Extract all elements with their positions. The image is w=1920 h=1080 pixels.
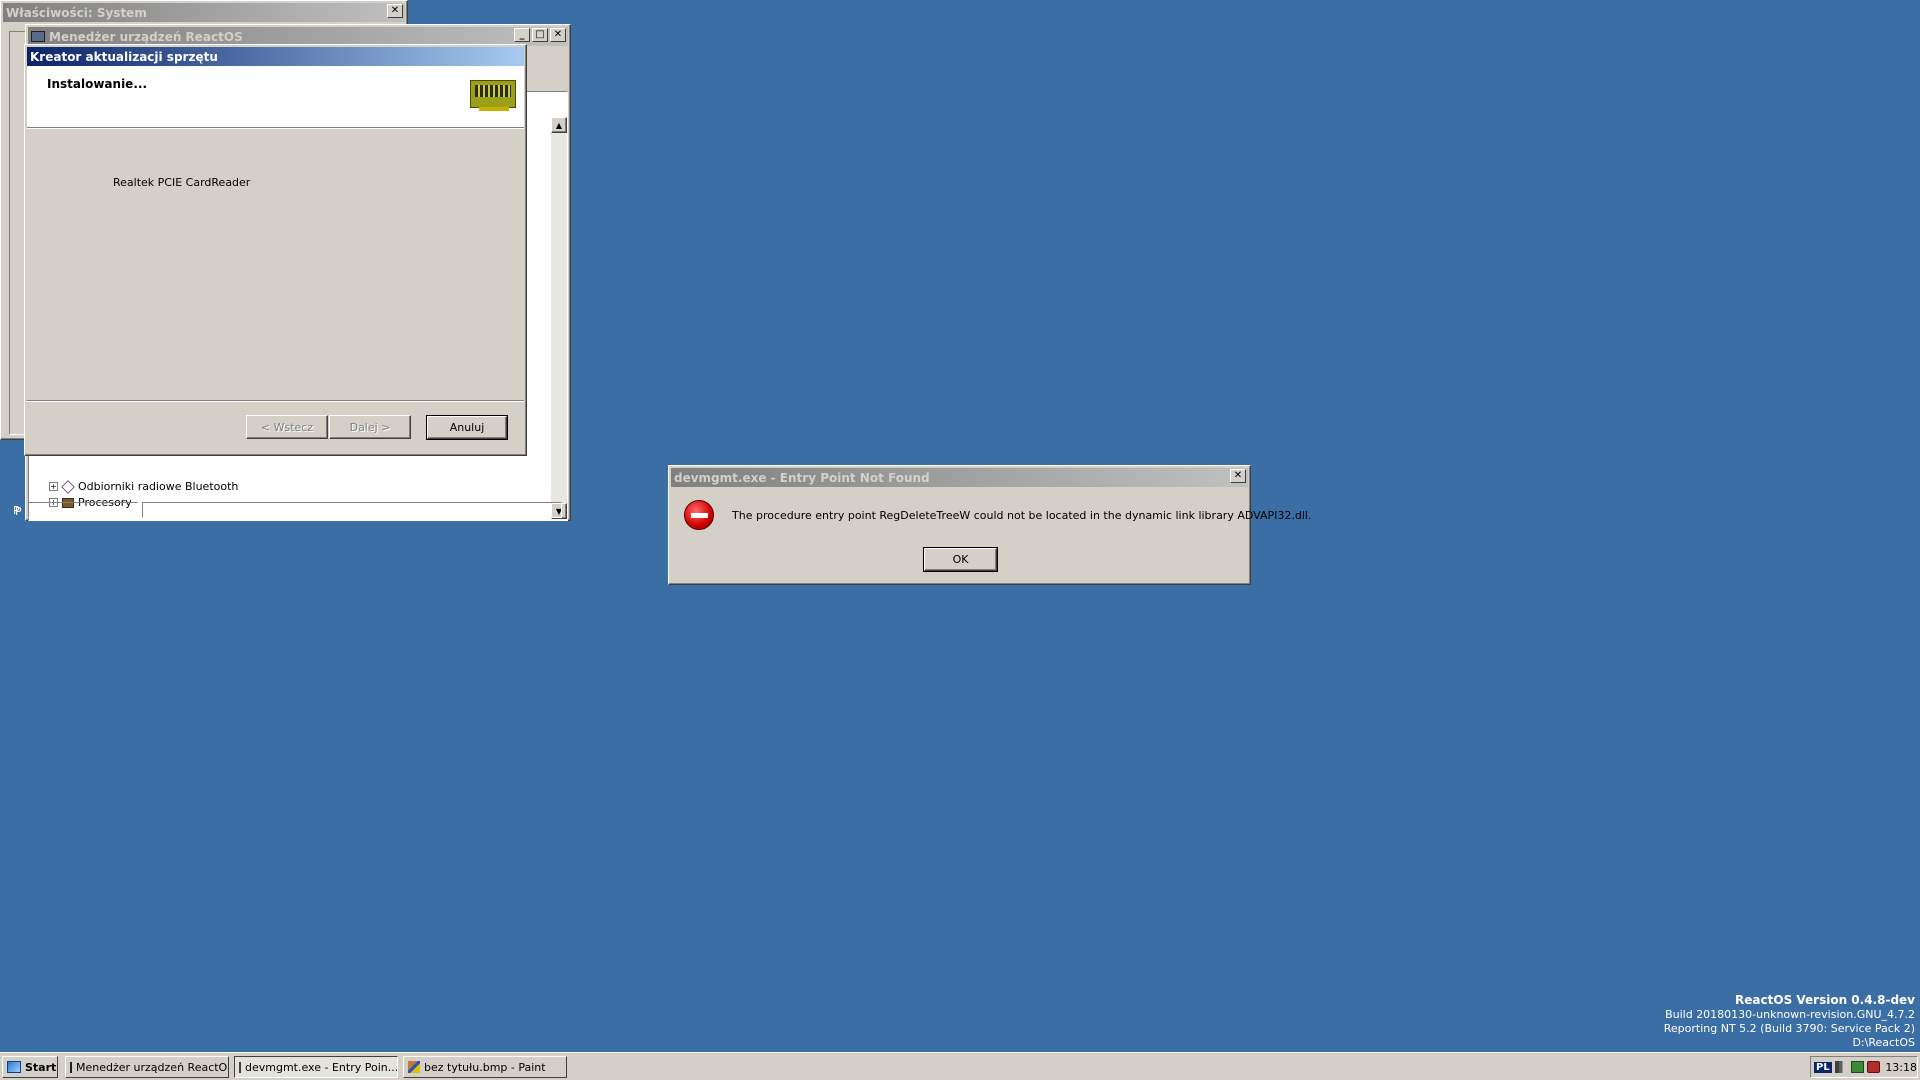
window-icon [239, 1061, 241, 1073]
start-button[interactable]: Start [2, 1056, 58, 1078]
start-icon [7, 1061, 21, 1073]
wizard-header-divider [27, 128, 524, 129]
tree-item-label: Odbiorniki radiowe Bluetooth [78, 480, 239, 493]
error-message: The procedure entry point RegDeleteTreeW… [732, 509, 1312, 522]
back-button[interactable]: < Wstecz [246, 415, 328, 439]
device-name: Realtek PCIE CardReader [113, 176, 251, 189]
error-dialog[interactable]: devmgmt.exe - Entry Point Not Found ✕ Th… [668, 465, 1311, 585]
computer-icon [31, 31, 45, 42]
next-button[interactable]: Dalej > [329, 415, 411, 439]
taskbar-item-label: Menedżer urządzeń ReactOS [76, 1060, 229, 1074]
hardware-wizard-title: Kreator aktualizacji sprzętu [30, 49, 218, 64]
device-manager-close-button[interactable]: ✕ [550, 28, 566, 42]
device-manager-maximize-button[interactable]: □ [532, 28, 548, 42]
taskbar-item-paint[interactable]: bez tytułu.bmp - Paint [403, 1056, 567, 1078]
network-icon[interactable] [1851, 1061, 1865, 1073]
taskbar-item-error-dialog[interactable]: devmgmt.exe - Entry Poin... [234, 1056, 398, 1078]
version-build: Build 20180130-unknown-revision.GNU_4.7.… [1665, 1008, 1915, 1021]
hardware-wizard-window[interactable]: Kreator aktualizacji sprzętu Instalowani… [24, 44, 527, 456]
hardware-wizard-titlebar[interactable]: Kreator aktualizacji sprzętu [27, 47, 524, 66]
stray-label-p: P [13, 504, 20, 517]
device-manager-title: Menedżer urządzeń ReactOS [49, 29, 243, 44]
bluetooth-device-icon [61, 479, 75, 494]
error-dialog-close-button[interactable]: ✕ [1230, 469, 1246, 483]
taskbar-item-label: bez tytułu.bmp - Paint [424, 1060, 546, 1074]
volume-icon[interactable] [1834, 1061, 1848, 1073]
cancel-button[interactable]: Anuluj [426, 415, 508, 440]
ok-button[interactable]: OK [923, 547, 998, 572]
device-manager-minimize-button[interactable]: _ [514, 28, 530, 42]
version-title: ReactOS Version 0.4.8-dev [1735, 993, 1915, 1007]
version-nt: Reporting NT 5.2 (Build 3790: Service Pa… [1663, 1022, 1915, 1035]
system-properties-close-button[interactable]: ✕ [387, 4, 403, 18]
taskbar-item-device-manager[interactable]: Menedżer urządzeń ReactOS [65, 1056, 229, 1078]
version-info: ReactOS Version 0.4.8-dev Build 20180130… [1664, 993, 1915, 1049]
taskbar-item-label: devmgmt.exe - Entry Poin... [245, 1060, 398, 1074]
tree-item[interactable]: + Odbiorniki radiowe Bluetooth [49, 479, 239, 494]
language-indicator[interactable]: PL [1814, 1061, 1832, 1073]
vertical-scrollbar[interactable]: ▲ ▼ [551, 117, 567, 519]
status-bar [28, 500, 568, 518]
status-pane [142, 502, 562, 518]
safely-remove-hardware-icon[interactable] [1867, 1061, 1881, 1073]
hardware-card-icon [470, 80, 516, 111]
error-dialog-title: devmgmt.exe - Entry Point Not Found [674, 470, 930, 485]
error-dialog-titlebar[interactable]: devmgmt.exe - Entry Point Not Found [671, 468, 1248, 487]
error-icon [684, 500, 714, 530]
scroll-up-button[interactable]: ▲ [551, 117, 567, 133]
wizard-header-title: Instalowanie... [47, 77, 147, 91]
version-path: D:\ReactOS [1852, 1036, 1915, 1049]
system-properties-titlebar[interactable]: Właściwości: System [3, 3, 405, 22]
wizard-footer-divider [27, 400, 524, 402]
taskbar: Start Menedżer urządzeń ReactOS devmgmt.… [0, 1052, 1920, 1080]
status-pane [28, 502, 138, 518]
computer-icon [70, 1061, 72, 1073]
expand-icon[interactable]: + [49, 482, 58, 491]
system-properties-title: Właściwości: System [6, 5, 147, 20]
paint-icon [408, 1061, 420, 1073]
wizard-header: Instalowanie... [27, 66, 524, 128]
system-tray: PL 13:18 [1810, 1056, 1918, 1078]
clock[interactable]: 13:18 [1885, 1061, 1917, 1074]
start-label: Start [25, 1060, 57, 1074]
